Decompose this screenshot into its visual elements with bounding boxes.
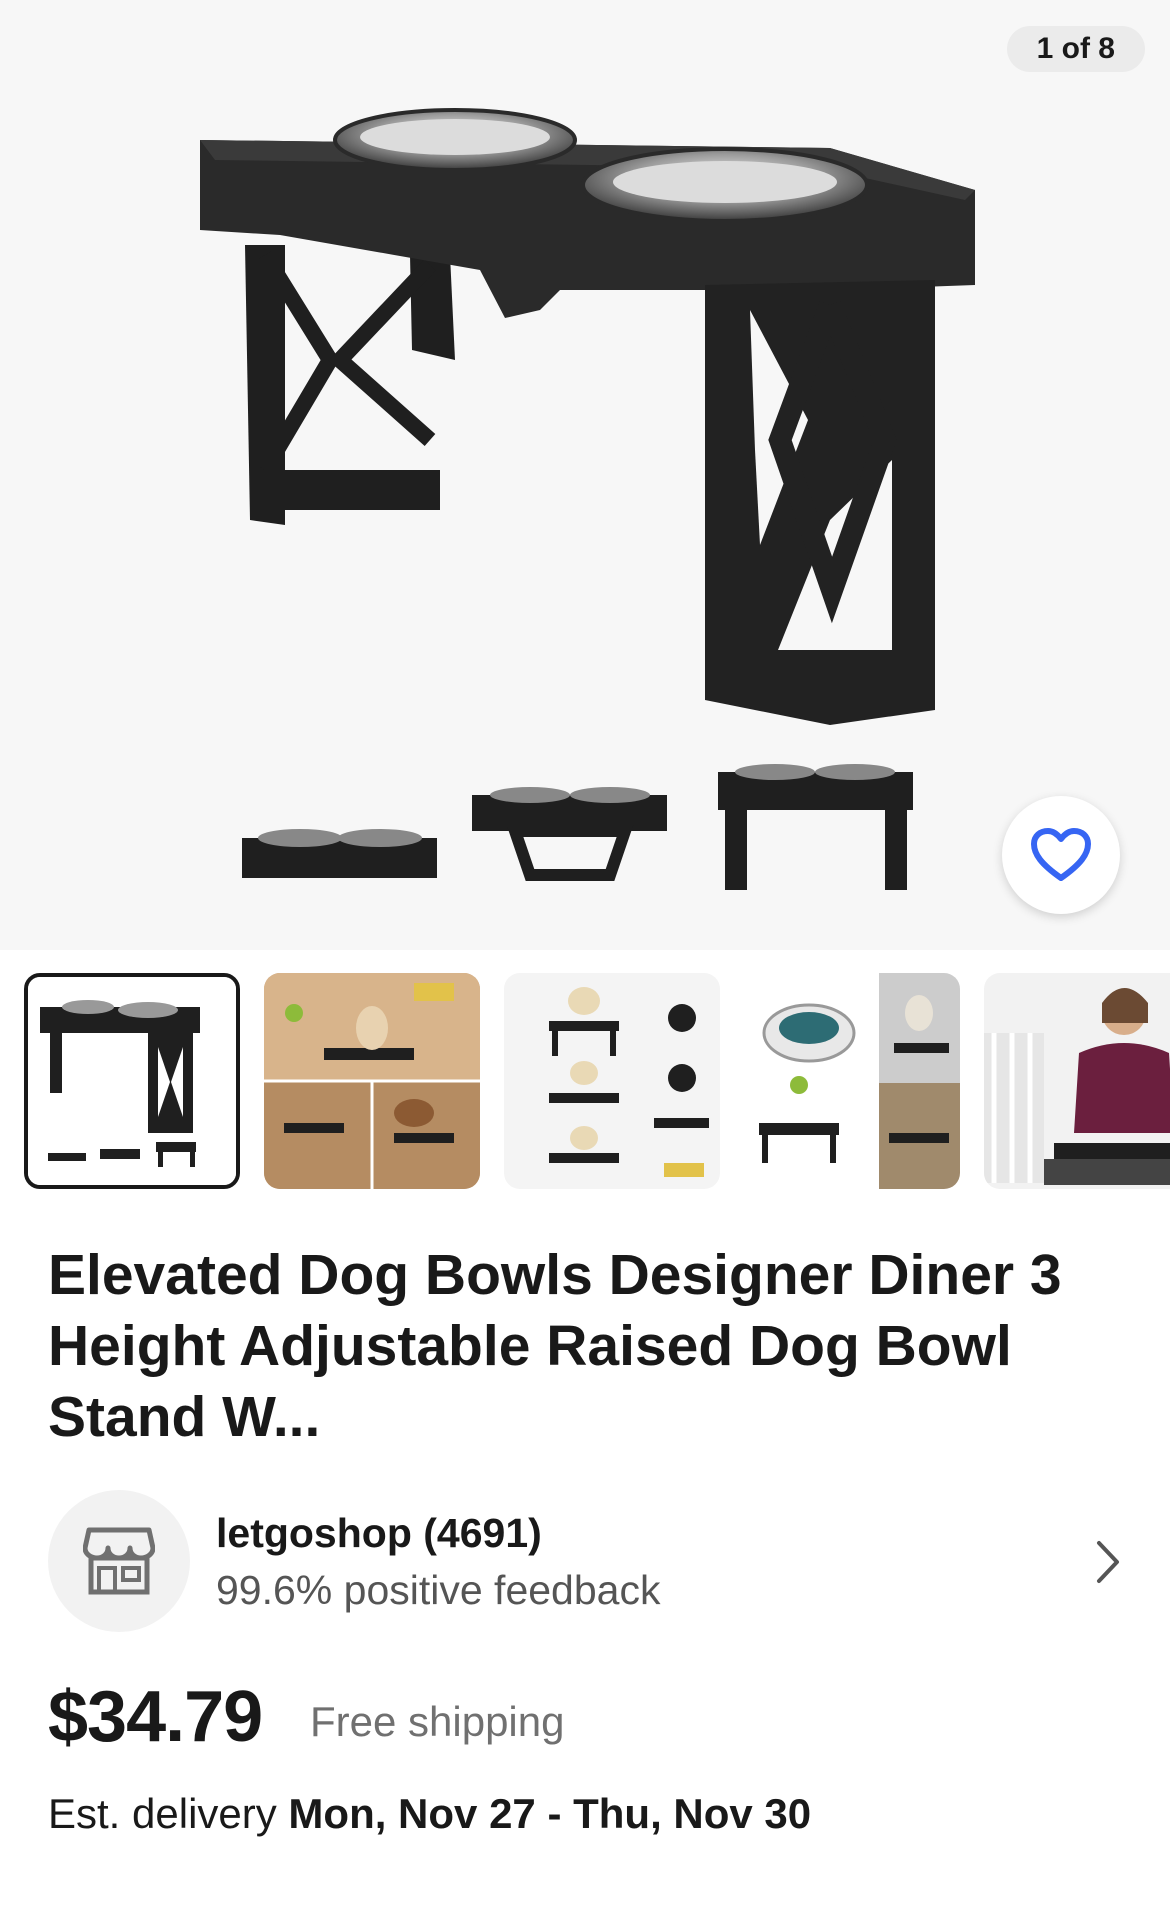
thumbnail-image	[264, 973, 480, 1189]
seller-feedback: 99.6% positive feedback	[216, 1567, 661, 1613]
dog-bowl-stand-image	[200, 108, 975, 890]
thumbnail-1[interactable]	[24, 973, 240, 1189]
heart-outline-icon	[1031, 828, 1091, 881]
thumbnail-5[interactable]	[984, 973, 1170, 1189]
thumbnail-2[interactable]	[264, 973, 480, 1189]
thumbnail-image	[28, 977, 236, 1185]
product-image-main[interactable]: 1 of 8	[0, 0, 1170, 950]
thumbnail-image	[744, 973, 960, 1189]
item-price: $34.79	[48, 1677, 263, 1757]
delivery-label: Est. delivery	[48, 1790, 289, 1837]
store-icon	[83, 1527, 155, 1595]
thumbnail-image	[504, 973, 720, 1189]
seller-info[interactable]: letgoshop (4691) 99.6% positive feedback	[48, 1490, 1128, 1634]
delivery-dates: Mon, Nov 27 - Thu, Nov 30	[288, 1790, 812, 1837]
price-row: $34.79 Free shipping	[48, 1676, 1128, 1757]
shipping-info: Free shipping	[310, 1698, 565, 1745]
favorite-button[interactable]	[1002, 796, 1120, 914]
thumbnail-3[interactable]	[504, 973, 720, 1189]
seller-name[interactable]: letgoshop (4691)	[216, 1510, 542, 1557]
thumbnail-strip[interactable]	[24, 973, 1170, 1191]
thumbnail-image	[984, 973, 1170, 1189]
estimated-delivery: Est. delivery Mon, Nov 27 - Thu, Nov 30	[48, 1790, 811, 1838]
listing-title: Elevated Dog Bowls Designer Diner 3 Heig…	[48, 1243, 1062, 1449]
thumbnail-4[interactable]	[744, 973, 960, 1189]
image-counter: 1 of 8	[1006, 26, 1145, 72]
seller-avatar	[48, 1490, 190, 1632]
chevron-right-icon[interactable]	[1088, 1534, 1128, 1590]
